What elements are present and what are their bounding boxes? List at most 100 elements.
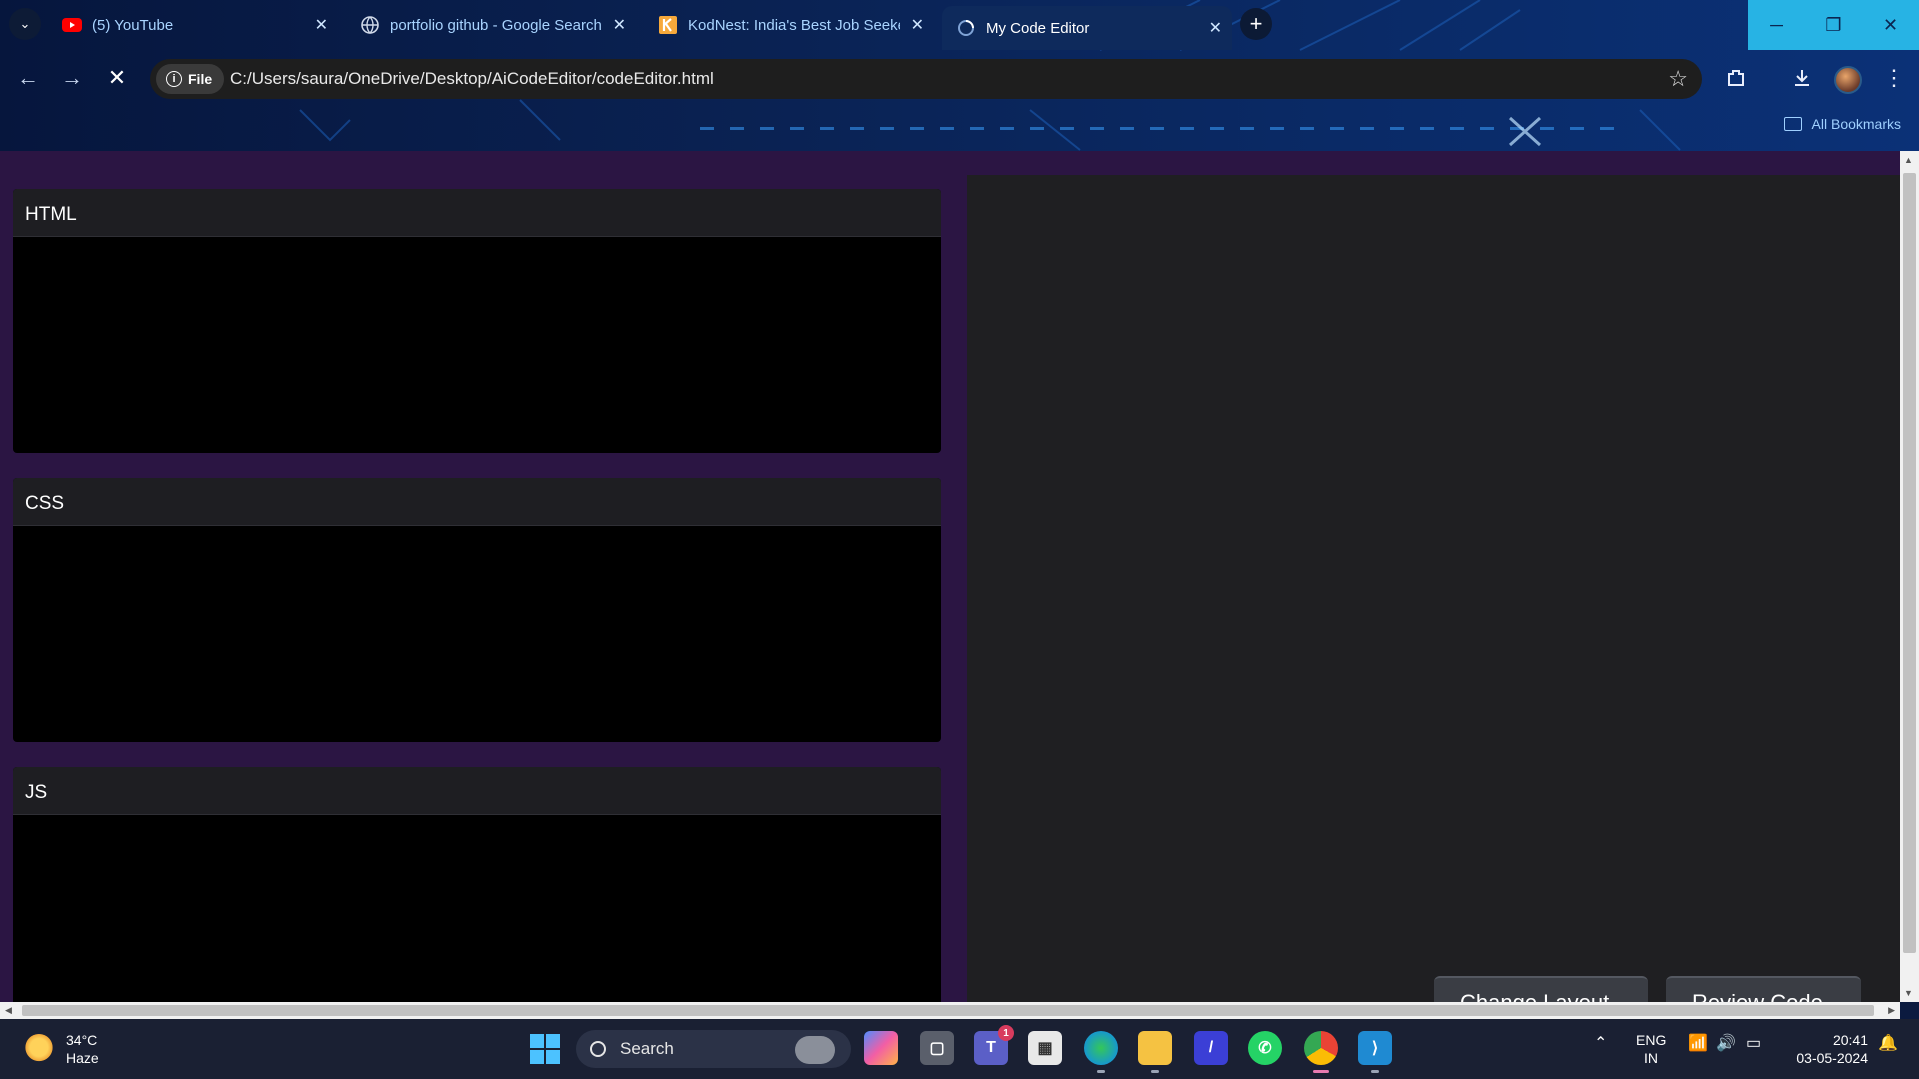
- search-label: Search: [620, 1039, 674, 1058]
- wifi-icon[interactable]: 📶: [1688, 1033, 1708, 1053]
- minimize-button[interactable]: ─: [1748, 0, 1805, 50]
- tab-kodnest[interactable]: KodNest: India's Best Job Seeker ✕: [644, 9, 934, 41]
- js-code-area[interactable]: [13, 815, 941, 1002]
- region-code: IN: [1644, 1050, 1658, 1066]
- tab-title: KodNest: India's Best Job Seeker: [688, 16, 900, 34]
- weather-condition: Haze: [66, 1050, 99, 1066]
- whatsapp-icon[interactable]: ✆: [1248, 1031, 1282, 1065]
- page-content: HTML CSS JS Change Layout Review Code: [0, 151, 1919, 1002]
- close-icon[interactable]: ✕: [315, 15, 328, 35]
- output-preview: [967, 175, 1900, 1002]
- forward-button[interactable]: →: [54, 60, 90, 96]
- address-bar[interactable]: i File C:/Users/saura/OneDrive/Desktop/A…: [150, 59, 1702, 99]
- copilot-icon[interactable]: [864, 1031, 898, 1065]
- weather-temp: 34°C: [66, 1032, 98, 1048]
- tab-youtube[interactable]: (5) YouTube ✕: [48, 9, 338, 41]
- language-code: ENG: [1636, 1032, 1667, 1048]
- review-code-button[interactable]: Review Code: [1666, 976, 1861, 1002]
- close-window-button[interactable]: ✕: [1862, 0, 1919, 50]
- chevron-up-icon[interactable]: ⌃: [1594, 1033, 1607, 1053]
- scroll-down-icon[interactable]: ▼: [1904, 988, 1913, 998]
- scroll-left-icon[interactable]: ◀: [5, 1005, 12, 1016]
- scrollbar-thumb[interactable]: [1903, 173, 1916, 953]
- notification-bell-icon[interactable]: 🔔: [1878, 1033, 1898, 1053]
- panel-title: CSS: [13, 478, 941, 526]
- chevron-down-icon: ⌄: [19, 16, 31, 31]
- tab-search-button[interactable]: ⌄: [9, 8, 41, 40]
- notes-app-icon[interactable]: /: [1194, 1031, 1228, 1065]
- browser-chrome: ⌄ (5) YouTube ✕ portfolio github - Googl…: [0, 0, 1919, 151]
- css-code-area[interactable]: [13, 526, 941, 742]
- tab-title: My Code Editor: [986, 19, 1090, 37]
- browser-toolbar: ← → ✕ i File C:/Users/saura/OneDrive/Des…: [0, 52, 1919, 104]
- profile-avatar[interactable]: [1834, 66, 1862, 94]
- extensions-icon[interactable]: [1720, 62, 1752, 94]
- scrollbar-thumb[interactable]: [22, 1005, 1874, 1016]
- scroll-right-icon[interactable]: ▶: [1888, 1005, 1895, 1016]
- tab-strip: ⌄ (5) YouTube ✕ portfolio github - Googl…: [0, 0, 1919, 50]
- loading-icon: [956, 18, 976, 38]
- chrome-icon[interactable]: [1304, 1031, 1338, 1073]
- stop-loading-button[interactable]: ✕: [99, 60, 135, 96]
- html-code-area[interactable]: [13, 237, 941, 453]
- clock-time: 20:41: [1832, 1032, 1868, 1048]
- tab-title: (5) YouTube: [92, 16, 174, 34]
- folder-icon: [1783, 117, 1802, 131]
- clock-date: 03-05-2024: [1796, 1050, 1868, 1066]
- globe-icon: [360, 15, 380, 35]
- restore-button[interactable]: ❐: [1805, 0, 1862, 50]
- clock[interactable]: 20:41 03-05-2024: [1786, 1031, 1868, 1067]
- window-controls: ─ ❐ ✕: [1748, 0, 1919, 50]
- bookmark-star-icon[interactable]: ☆: [1668, 66, 1688, 92]
- tab-title: portfolio github - Google Search: [390, 16, 602, 34]
- vscode-icon[interactable]: ⟩: [1358, 1031, 1392, 1073]
- tab-google-search[interactable]: portfolio github - Google Search ✕: [346, 9, 636, 41]
- panel-title: HTML: [13, 189, 941, 237]
- teams-icon[interactable]: T1: [974, 1025, 1014, 1065]
- url-text[interactable]: C:/Users/saura/OneDrive/Desktop/AiCodeEd…: [230, 69, 714, 89]
- download-icon[interactable]: [1786, 62, 1818, 94]
- search-highlight-icon: [795, 1036, 835, 1064]
- language-indicator[interactable]: ENG IN: [1636, 1031, 1666, 1067]
- all-bookmarks-label: All Bookmarks: [1811, 116, 1901, 132]
- horizontal-scrollbar[interactable]: ◀ ▶: [0, 1002, 1900, 1019]
- site-info-label: File: [188, 71, 213, 87]
- close-icon[interactable]: ✕: [1209, 18, 1222, 38]
- restore-icon: ❐: [1825, 14, 1842, 35]
- panel-title: JS: [13, 767, 941, 815]
- microsoft-store-icon[interactable]: ▦: [1028, 1031, 1062, 1065]
- vertical-scrollbar[interactable]: ▲ ▼: [1900, 151, 1919, 1002]
- search-icon: [590, 1041, 606, 1057]
- plus-icon: +: [1249, 11, 1263, 36]
- tab-my-code-editor[interactable]: My Code Editor ✕: [942, 6, 1232, 50]
- arrow-right-icon: →: [61, 65, 83, 90]
- scroll-up-icon[interactable]: ▲: [1904, 155, 1913, 165]
- minimize-icon: ─: [1770, 14, 1783, 35]
- youtube-icon: [62, 15, 82, 35]
- close-icon[interactable]: ✕: [613, 15, 626, 35]
- back-button[interactable]: ←: [10, 60, 46, 96]
- kebab-menu-icon[interactable]: ⋮: [1878, 62, 1910, 94]
- close-icon: ✕: [107, 65, 127, 90]
- task-view-icon[interactable]: ▢: [920, 1031, 954, 1065]
- info-icon: i: [166, 71, 182, 87]
- close-icon: ✕: [1882, 14, 1899, 35]
- close-icon[interactable]: ✕: [911, 15, 924, 35]
- change-layout-button[interactable]: Change Layout: [1434, 976, 1648, 1002]
- start-button[interactable]: [530, 1034, 560, 1064]
- site-info-chip[interactable]: i File: [156, 64, 225, 94]
- volume-icon[interactable]: 🔊: [1716, 1033, 1736, 1053]
- file-explorer-icon[interactable]: [1138, 1031, 1172, 1073]
- js-editor-panel: JS: [13, 767, 941, 1002]
- edge-icon[interactable]: [1084, 1031, 1118, 1073]
- weather-widget[interactable]: 34°C Haze: [24, 1031, 99, 1067]
- css-editor-panel: CSS: [13, 478, 941, 742]
- notification-badge: 1: [998, 1025, 1014, 1041]
- new-tab-button[interactable]: +: [1240, 8, 1272, 40]
- windows-taskbar: 34°C Haze Search ▢ T1 ▦ / ✆ ⟩ ⌃ ENG IN 📶…: [0, 1019, 1919, 1079]
- haze-sun-icon: [24, 1034, 54, 1064]
- html-editor-panel: HTML: [13, 189, 941, 453]
- battery-icon[interactable]: ▭: [1746, 1033, 1761, 1053]
- taskbar-search[interactable]: Search: [576, 1030, 851, 1068]
- all-bookmarks-button[interactable]: All Bookmarks: [1783, 116, 1901, 132]
